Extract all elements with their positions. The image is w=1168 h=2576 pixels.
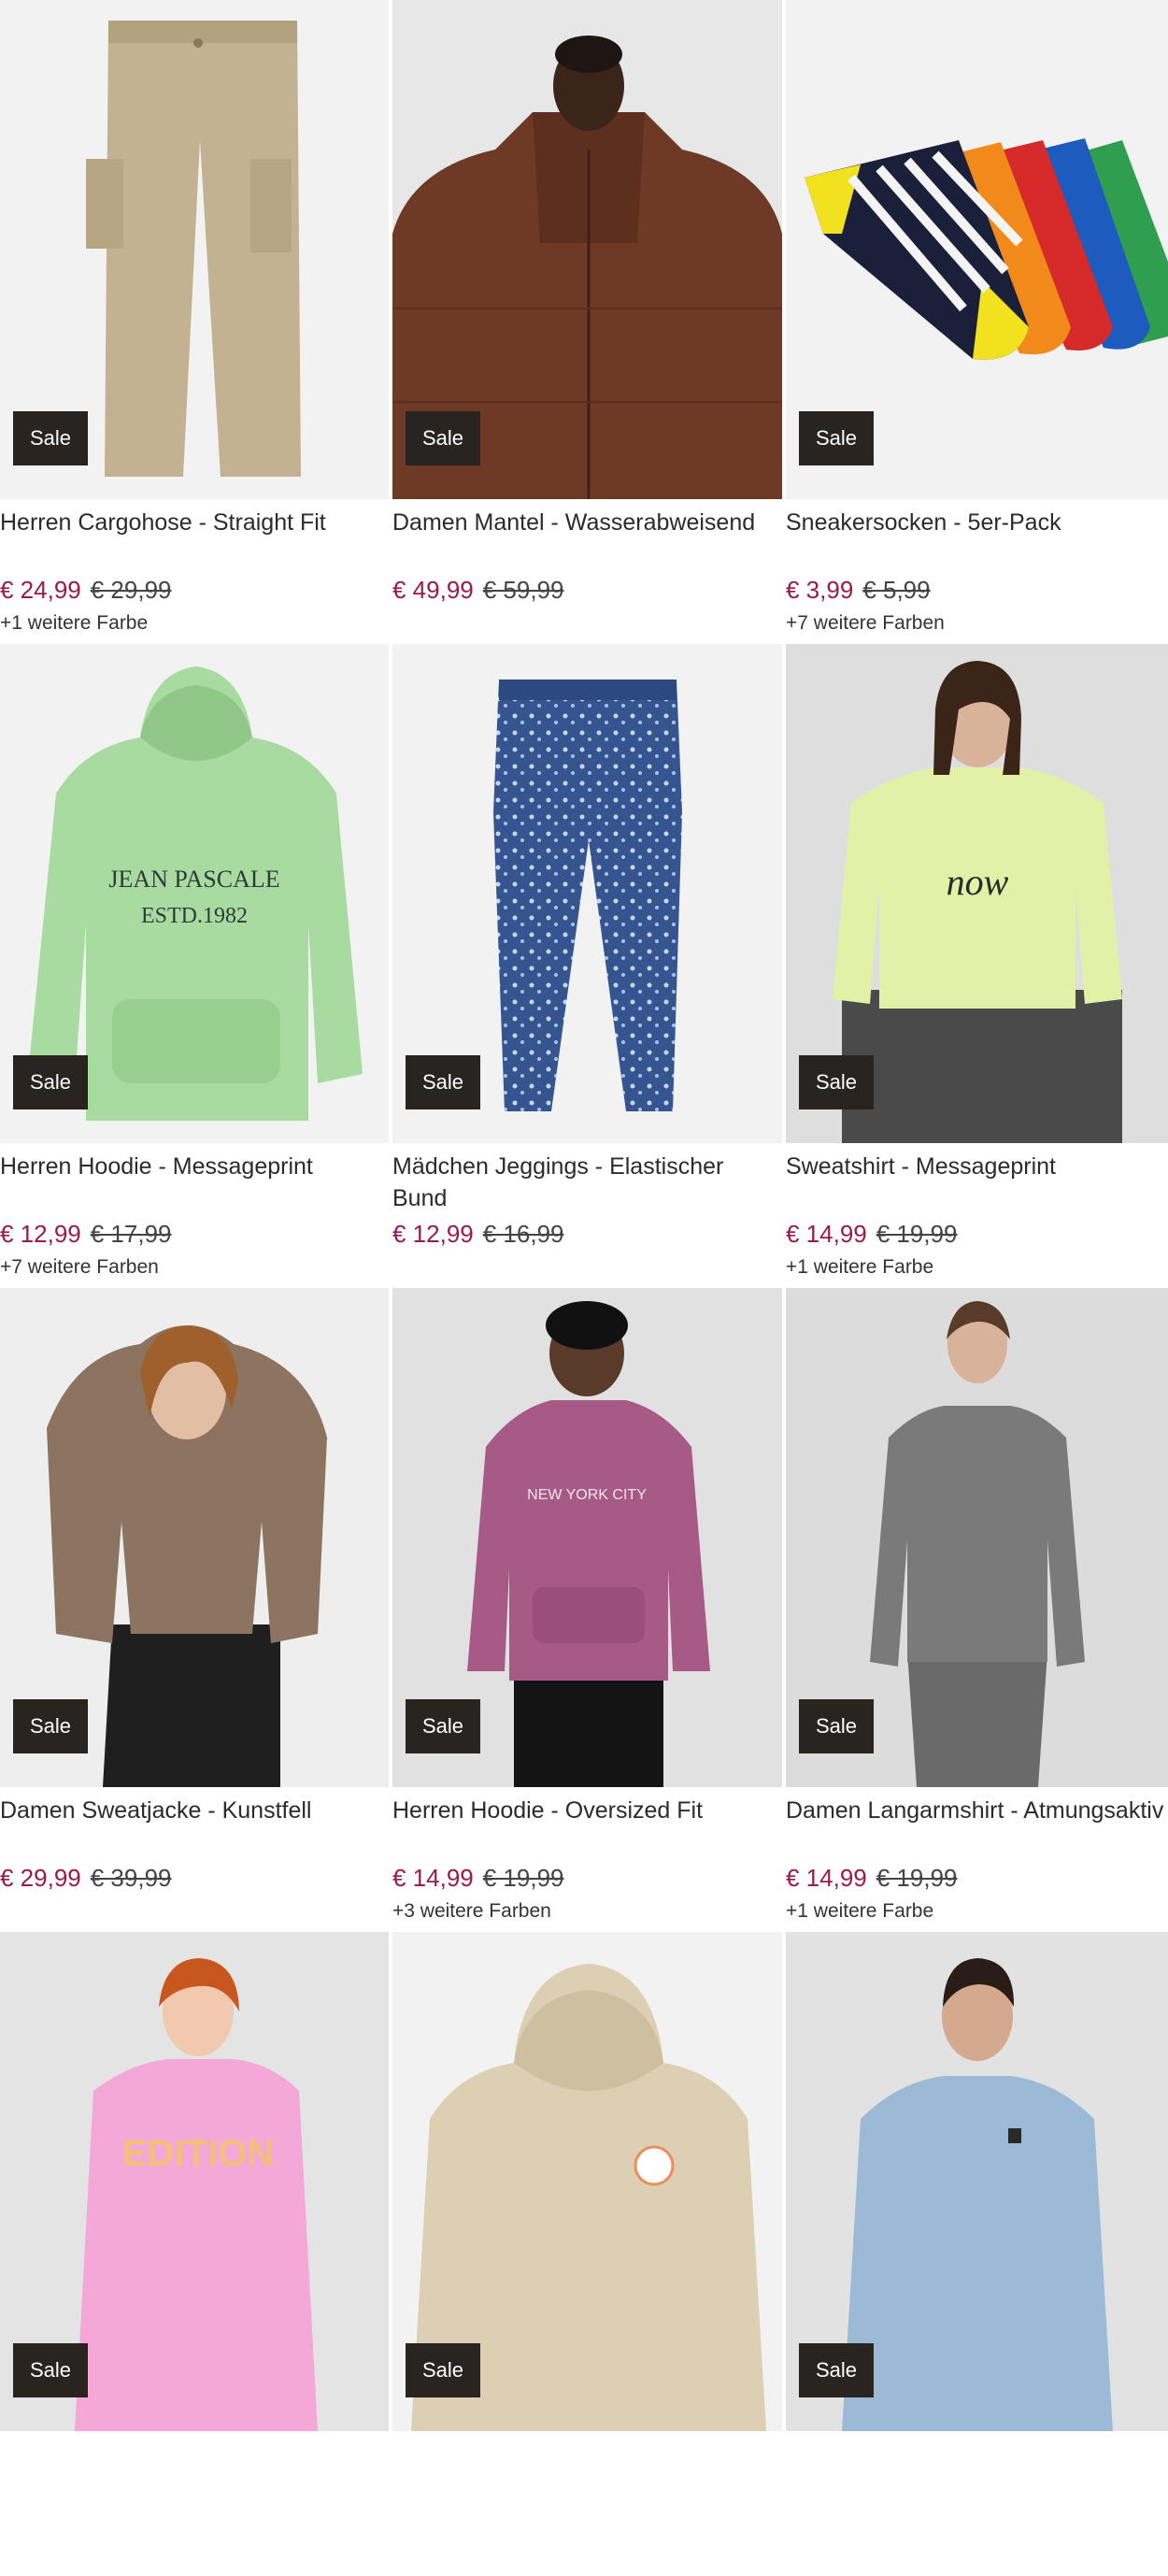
product-title[interactable]: Herren Cargohose - Straight Fit — [0, 507, 389, 538]
product-tile[interactable]: Sale Mädchen Jeggings - Elastischer Bund… — [392, 644, 782, 1288]
sale-badge: Sale — [799, 411, 874, 465]
product-tile[interactable]: Sale Herren Cargohose - Straight Fit € 2… — [0, 0, 389, 644]
product-tile[interactable]: NEW YORK CITY Sale Herren Hoodie - Overs… — [392, 1288, 782, 1932]
product-tile[interactable]: Sale Damen Langarmshirt - Atmungsaktiv €… — [786, 1288, 1168, 1932]
sale-badge: Sale — [406, 1699, 480, 1753]
original-price: € 5,99 — [862, 576, 931, 604]
original-price: € 19,99 — [482, 1864, 564, 1892]
sale-badge: Sale — [406, 411, 480, 465]
sale-price: € 12,99 — [0, 1220, 81, 1248]
more-colors-note[interactable]: +1 weitere Farbe — [786, 1899, 1168, 1924]
sale-price: € 14,99 — [786, 1220, 867, 1248]
original-price: € 19,99 — [876, 1864, 958, 1892]
svg-text:now: now — [947, 861, 1009, 903]
product-tile[interactable]: Sale — [392, 1932, 782, 2576]
product-title[interactable]: Damen Sweatjacke - Kunstfell — [0, 1795, 389, 1826]
sale-badge: Sale — [799, 1055, 874, 1109]
product-title[interactable]: Damen Langarmshirt - Atmungsaktiv — [786, 1795, 1168, 1826]
original-price: € 29,99 — [90, 576, 172, 604]
product-tile[interactable]: EDITION Sale — [0, 1932, 389, 2576]
price-row: € 24,99 € 29,99 — [0, 574, 389, 606]
price-row: € 12,99 € 17,99 — [0, 1218, 389, 1250]
svg-text:EDITION: EDITION — [122, 2133, 274, 2174]
product-tile[interactable]: Sale Damen Mantel - Wasserabweisend € 49… — [392, 0, 782, 644]
product-title[interactable]: Herren Hoodie - Messageprint — [0, 1151, 389, 1182]
svg-text:JEAN PASCALE: JEAN PASCALE — [108, 866, 279, 893]
product-title[interactable]: Damen Mantel - Wasserabweisend — [392, 507, 782, 538]
product-title[interactable]: Mädchen Jeggings - Elastischer Bund — [392, 1151, 782, 1214]
more-colors-note[interactable]: +7 weitere Farben — [786, 611, 1168, 636]
sale-badge: Sale — [406, 1055, 480, 1109]
product-tile[interactable]: JEAN PASCALE ESTD.1982 Sale Herren Hoodi… — [0, 644, 389, 1288]
sale-badge: Sale — [799, 1699, 874, 1753]
sale-price: € 3,99 — [786, 576, 854, 604]
svg-text:NEW YORK CITY: NEW YORK CITY — [527, 1487, 647, 1503]
original-price: € 16,99 — [482, 1220, 564, 1248]
price-row: € 14,99 € 19,99 — [786, 1862, 1168, 1894]
svg-text:ESTD.1982: ESTD.1982 — [141, 904, 248, 928]
price-row: € 12,99 € 16,99 — [392, 1218, 782, 1250]
product-tile[interactable]: now Sale Sweatshirt - Messageprint € 14,… — [786, 644, 1168, 1288]
sale-price: € 12,99 — [392, 1220, 474, 1248]
product-tile[interactable]: Sale — [786, 1932, 1168, 2576]
price-row: € 14,99 € 19,99 — [786, 1218, 1168, 1250]
more-colors-note[interactable]: +7 weitere Farben — [0, 1255, 389, 1280]
more-colors-note[interactable]: +1 weitere Farbe — [0, 611, 389, 636]
sale-price: € 24,99 — [0, 576, 81, 604]
sale-price: € 29,99 — [0, 1864, 81, 1892]
sale-price: € 14,99 — [392, 1864, 474, 1892]
product-grid: Sale Herren Cargohose - Straight Fit € 2… — [0, 0, 1168, 2576]
product-title[interactable]: Sneakersocken - 5er-Pack — [786, 507, 1168, 538]
original-price: € 59,99 — [482, 576, 564, 604]
original-price: € 19,99 — [876, 1220, 958, 1248]
original-price: € 17,99 — [90, 1220, 172, 1248]
sale-badge: Sale — [406, 2343, 480, 2397]
price-row: € 14,99 € 19,99 — [392, 1862, 782, 1894]
sale-badge: Sale — [13, 411, 88, 465]
sale-badge: Sale — [799, 2343, 874, 2397]
product-title[interactable]: Herren Hoodie - Oversized Fit — [392, 1795, 782, 1826]
sale-badge: Sale — [13, 1699, 88, 1753]
price-row: € 3,99 € 5,99 — [786, 574, 1168, 606]
more-colors-note[interactable]: +1 weitere Farbe — [786, 1255, 1168, 1280]
product-tile[interactable]: Sale Damen Sweatjacke - Kunstfell € 29,9… — [0, 1288, 389, 1932]
product-tile[interactable]: Sale Sneakersocken - 5er-Pack € 3,99 € 5,… — [786, 0, 1168, 644]
price-row: € 49,99 € 59,99 — [392, 574, 782, 606]
sale-badge: Sale — [13, 1055, 88, 1109]
original-price: € 39,99 — [90, 1864, 172, 1892]
price-row: € 29,99 € 39,99 — [0, 1862, 389, 1894]
sale-badge: Sale — [13, 2343, 88, 2397]
more-colors-note[interactable]: +3 weitere Farben — [392, 1899, 782, 1924]
sale-price: € 49,99 — [392, 576, 474, 604]
product-title[interactable]: Sweatshirt - Messageprint — [786, 1151, 1168, 1182]
sale-price: € 14,99 — [786, 1864, 867, 1892]
